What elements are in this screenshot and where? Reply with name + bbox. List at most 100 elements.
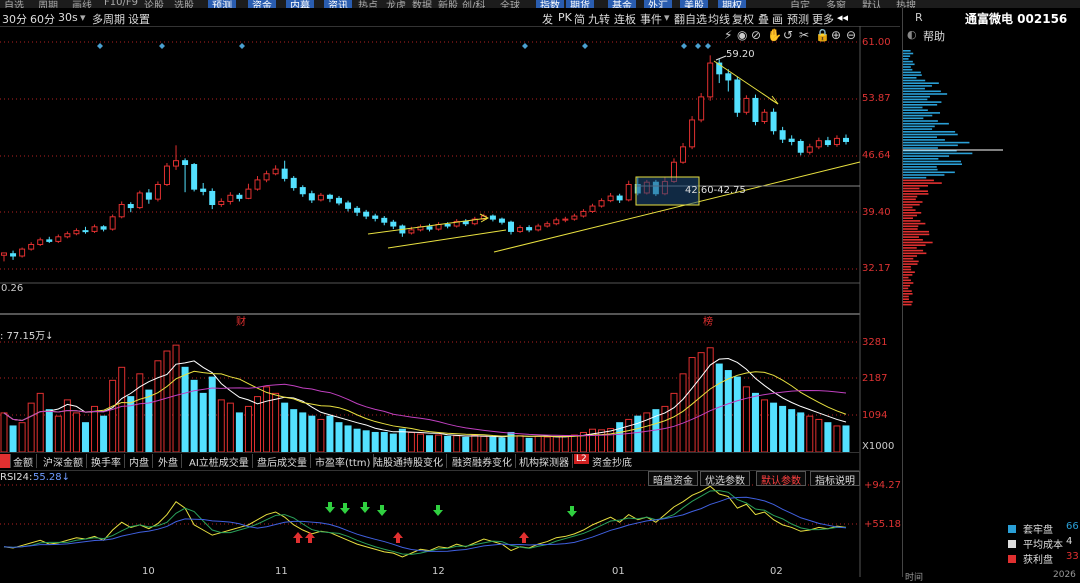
volume-bar [380, 431, 388, 453]
play-left-icon[interactable]: ◂◂ [837, 11, 848, 24]
candle-body [73, 230, 80, 235]
tool-ma[interactable]: 均线 [708, 11, 730, 27]
candle-body [345, 202, 352, 209]
tool-fa[interactable]: 发 [542, 11, 553, 27]
tool-overlay[interactable]: 叠 [758, 11, 769, 27]
multi-period-button[interactable]: 多周期 [92, 11, 125, 27]
help-circle-icon[interactable]: ◐ [907, 28, 917, 41]
volume-bar [244, 405, 252, 453]
tool-pk[interactable]: PK [558, 11, 572, 24]
period-30s[interactable]: 30s [58, 11, 78, 24]
tab-indicator-help[interactable]: 指标说明 [810, 471, 860, 487]
ranking-marker[interactable]: 榜 [703, 313, 713, 328]
volume-bar [299, 412, 307, 453]
top-menu-item[interactable]: 热搜 [896, 0, 916, 8]
tab-institution[interactable]: 机构探测器 [516, 454, 573, 469]
tab-afterhours-volume[interactable]: 盘后成交量 [254, 454, 311, 469]
stock-name-code: 通富微电 002156 [965, 12, 1068, 26]
buy-arrow-icon [393, 532, 403, 543]
chip-bar [903, 122, 949, 125]
rsi-line [3, 485, 847, 558]
events-dropdown-icon[interactable]: ▾ [664, 11, 670, 24]
chip-bar [903, 109, 928, 111]
period-60min[interactable]: 60分 [30, 11, 55, 27]
tab-ai-volume[interactable]: AI立桩成交量 [186, 454, 253, 469]
candle-body [236, 194, 243, 199]
chip-bar [903, 268, 912, 271]
tool-jiuzhuan[interactable]: 九转 [588, 11, 610, 27]
tab-turnover[interactable]: 换手率 [88, 454, 125, 469]
candle-body [55, 236, 62, 242]
tool-events[interactable]: 事件 [640, 11, 662, 27]
top-menu-item[interactable]: 默认 [862, 0, 882, 8]
tab-optimal-params[interactable]: 优选参数 [700, 471, 750, 487]
tool-add-watchlist[interactable]: 翻自选 [674, 11, 707, 27]
top-menu-item[interactable]: F10/F9 [104, 0, 138, 8]
chip-bar [903, 52, 914, 55]
top-menu-item[interactable]: 预测 [208, 0, 236, 8]
tool-more[interactable]: 更多 [812, 11, 834, 27]
volume-bar [27, 402, 35, 453]
rsi-axis-label: +55.18 [864, 519, 902, 530]
period-30min[interactable]: 30分 [2, 11, 27, 27]
top-menu-item[interactable]: 画线 [72, 0, 92, 8]
tab-inner[interactable]: 内盘 [126, 454, 153, 469]
top-menu-item[interactable]: 全球 [500, 0, 520, 8]
top-menu-item[interactable]: 指数 [536, 0, 564, 8]
top-menu-item[interactable]: 基金 [608, 0, 636, 8]
indicator-value: 0.26 [1, 283, 24, 294]
help-link[interactable]: 帮助 [923, 28, 945, 44]
top-menu-item[interactable]: 自定 [790, 0, 810, 8]
top-menu-item[interactable]: 选股 [174, 0, 194, 8]
volume-bar [154, 360, 162, 453]
top-menu-item[interactable]: 内幕 [286, 0, 314, 8]
tab-dark-pool[interactable]: 暗盘资金 [648, 471, 698, 487]
top-menu-item[interactable]: 论股 [144, 0, 164, 8]
top-menu-item[interactable]: 期权 [718, 0, 746, 8]
top-menu-item[interactable]: 自选 [4, 0, 24, 8]
chip-bar [903, 201, 923, 203]
tab-northbound[interactable]: 陆股通持股变化 [370, 454, 447, 469]
settings-button[interactable]: 设置 [128, 11, 150, 27]
top-menu-item[interactable]: 资讯 [324, 0, 352, 8]
tab-pe-ttm[interactable]: 市盈率(ttm) [312, 454, 375, 469]
tool-forecast[interactable]: 预测 [787, 11, 809, 27]
tool-lianban[interactable]: 连板 [614, 11, 636, 27]
financial-marker[interactable]: 财 [236, 313, 246, 328]
tab-amount[interactable]: 金额 [10, 454, 37, 469]
top-menu-item[interactable]: 数据 [412, 0, 432, 8]
buy-arrow-icon [293, 532, 303, 543]
top-menu-item[interactable]: 期货 [566, 0, 594, 8]
top-menu-item[interactable]: 资金 [248, 0, 276, 8]
tool-draw[interactable]: 画 [772, 11, 783, 27]
l2-badge: L2 [574, 454, 589, 464]
candle-body [390, 221, 397, 227]
top-menu-item[interactable]: 多窗 [826, 0, 846, 8]
tab-outer[interactable]: 外盘 [155, 454, 182, 469]
top-menu-item[interactable]: 热点 [358, 0, 378, 8]
candle-body [254, 179, 261, 190]
tab-margin[interactable]: 融资融券变化 [449, 454, 516, 469]
top-menu-item[interactable]: 龙虎 [386, 0, 406, 8]
tool-jian[interactable]: 简 [574, 11, 585, 27]
volume-bar [543, 436, 551, 453]
arrow-icon [769, 95, 779, 105]
stock-chart[interactable] [0, 26, 900, 577]
tab-default-params[interactable]: 默认参数 [756, 471, 806, 487]
candle-body [725, 73, 732, 81]
legend-swatch [1008, 540, 1016, 548]
top-menu-item[interactable]: 创/科 [462, 0, 485, 8]
top-menu-item[interactable]: 新股 [438, 0, 458, 8]
tab-bottom-fishing[interactable]: 资金抄底 [589, 454, 635, 469]
chevron-down-icon[interactable]: ▾ [80, 11, 86, 24]
buy-arrow-icon [519, 532, 529, 543]
top-menu-item[interactable]: 周期 [38, 0, 58, 8]
volume-bar [462, 436, 470, 453]
rsi-title: RSI24: [0, 472, 33, 483]
tab-hs-amount[interactable]: 沪深金额 [40, 454, 87, 469]
top-menu-item[interactable]: 美股 [680, 0, 708, 8]
volume-bar [172, 344, 180, 453]
tool-adjust[interactable]: 复权 [732, 11, 754, 27]
chip-bar [903, 284, 911, 287]
top-menu-item[interactable]: 外汇 [644, 0, 672, 8]
